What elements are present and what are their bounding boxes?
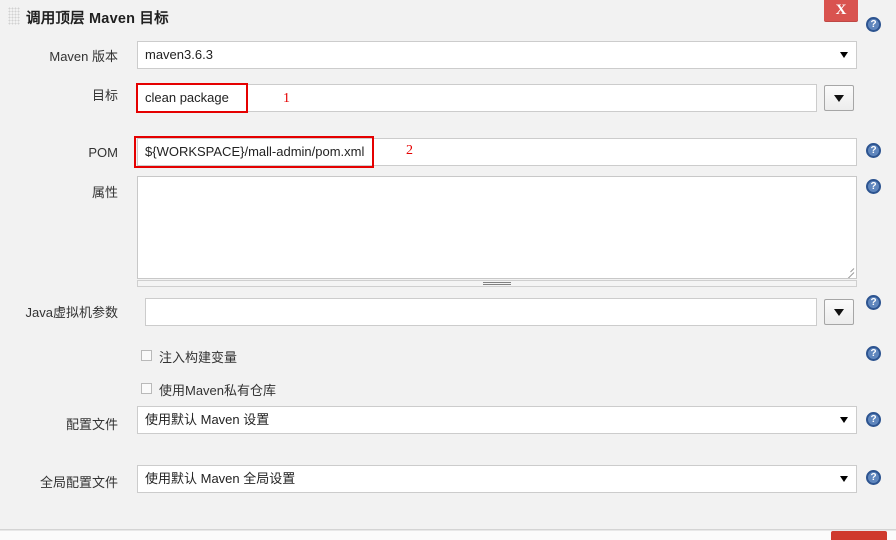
jvm-options-dropdown-button[interactable] — [824, 299, 854, 325]
textarea-drag-bar[interactable] — [137, 280, 857, 287]
use-private-repository-label[interactable]: 使用Maven私有仓库 — [159, 380, 276, 399]
annotation-number-goals: 1 — [283, 91, 290, 106]
label-properties: 属性 — [91, 185, 118, 200]
pom-input[interactable]: ${WORKSPACE}/mall-admin/pom.xml — [137, 138, 857, 166]
help-icon-settings-file[interactable] — [866, 412, 881, 427]
label-jvm-options: Java虚拟机参数 — [25, 305, 118, 320]
help-icon-jvm-options[interactable] — [866, 295, 881, 310]
page-title: 调用顶层 Maven 目标 — [26, 11, 169, 27]
annotation-number-pom: 2 — [406, 143, 413, 158]
goals-dropdown-button[interactable] — [824, 85, 854, 111]
global-settings-file-select[interactable]: 使用默认 Maven 全局设置 — [137, 465, 857, 493]
inject-build-variables-label[interactable]: 注入构建变量 — [159, 347, 237, 366]
inject-build-variables-checkbox[interactable] — [141, 350, 152, 361]
properties-textarea[interactable] — [137, 176, 857, 279]
panel-titlebar: 调用顶层 Maven 目标 X — [0, 0, 896, 33]
label-maven-version: Maven 版本 — [49, 49, 118, 64]
label-pom: POM — [88, 145, 118, 160]
label-goals: 目标 — [91, 88, 118, 103]
help-icon-properties[interactable] — [866, 179, 881, 194]
jvm-options-input[interactable] — [145, 298, 817, 326]
help-icon-pom[interactable] — [866, 143, 881, 158]
close-button[interactable]: X — [824, 0, 858, 22]
help-icon-panel[interactable] — [866, 17, 881, 32]
use-private-repository-checkbox[interactable] — [141, 383, 152, 394]
settings-file-select[interactable]: 使用默认 Maven 设置 — [137, 406, 857, 434]
textarea-resize-grip[interactable] — [844, 266, 854, 276]
drag-handle-icon[interactable] — [8, 7, 20, 25]
goals-input[interactable]: clean package — [137, 84, 817, 112]
label-global-settings-file: 全局配置文件 — [39, 475, 118, 490]
label-settings-file: 配置文件 — [65, 417, 118, 432]
maven-version-select[interactable]: maven3.6.3 — [137, 41, 857, 69]
help-icon-global-settings[interactable] — [866, 470, 881, 485]
help-icon-inject-vars[interactable] — [866, 346, 881, 361]
